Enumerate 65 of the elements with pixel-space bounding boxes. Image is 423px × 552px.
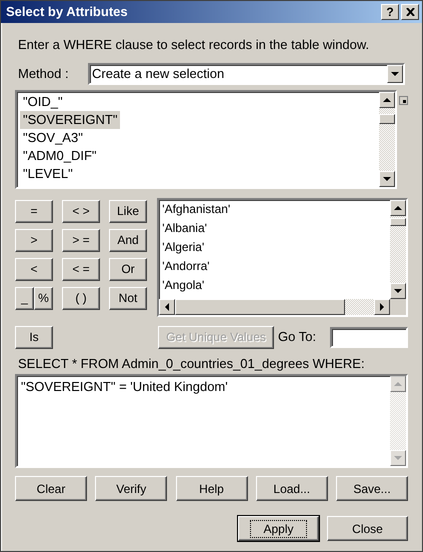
action-button[interactable]: Save... xyxy=(336,476,408,501)
fields-list[interactable]: "OID_" "SOVEREIGNT" "SOV_A3" "ADM0_DIF" "LEVEL" xyxy=(15,90,397,188)
close-icon xyxy=(406,8,414,16)
scroll-arrow-icon xyxy=(383,98,391,102)
operator-button[interactable]: < = xyxy=(62,258,100,280)
scroll-arrow-icon xyxy=(394,288,402,292)
operator-button[interactable]: Is xyxy=(15,326,53,348)
field-item[interactable]: "SOVEREIGNT" xyxy=(20,110,120,128)
vertical-scrollbar[interactable] xyxy=(390,200,406,298)
field-item[interactable]: "OID_" xyxy=(20,92,66,110)
action-button[interactable]: Clear xyxy=(15,476,87,501)
field-item[interactable]: "SOV_A3" xyxy=(20,128,86,146)
scroll-arrow-icon xyxy=(380,302,384,310)
instruction-text: Enter a WHERE clause to select records in the table window. xyxy=(18,36,370,54)
scroll-thumb[interactable] xyxy=(175,298,346,314)
scroll-arrow-icon xyxy=(165,302,170,310)
value-item[interactable]: 'Algeria' xyxy=(162,238,387,256)
value-item[interactable]: 'Angola' xyxy=(162,276,387,294)
vertical-scrollbar[interactable] xyxy=(379,92,395,186)
method-dropdown[interactable]: Create a new selection xyxy=(88,62,405,84)
scrollbar-corner xyxy=(390,298,406,314)
action-button[interactable]: Help xyxy=(176,476,248,501)
scroll-thumb[interactable] xyxy=(390,218,406,226)
action-button[interactable]: Load... xyxy=(256,476,328,501)
horizontal-scrollbar[interactable] xyxy=(159,298,406,314)
operator-button[interactable]: < > xyxy=(62,200,100,222)
window-title: Select by Attributes xyxy=(6,3,129,22)
operator-button[interactable]: % xyxy=(34,286,53,310)
scroll-button[interactable] xyxy=(379,92,395,108)
operator-button[interactable]: = xyxy=(15,200,53,222)
operator-button[interactable]: < xyxy=(15,258,53,280)
method-label: Method : xyxy=(18,64,70,83)
dialog-button[interactable]: Apply xyxy=(238,516,319,541)
values-list[interactable]: 'Afghanistan' 'Albania' 'Algeria' 'Andorra' 'Angola' xyxy=(157,198,408,316)
scroll-arrow-icon xyxy=(394,382,402,386)
help-button[interactable]: ? xyxy=(381,4,399,20)
dialog-button[interactable]: Close xyxy=(327,516,408,541)
go-to-field[interactable] xyxy=(330,326,408,348)
operator-button[interactable]: > xyxy=(15,228,53,252)
field-item[interactable]: "ADM0_DIF" xyxy=(20,146,100,164)
action-button[interactable]: Verify xyxy=(95,476,168,501)
go-to-label: Go To: xyxy=(278,328,318,346)
scroll-arrow-icon xyxy=(383,176,391,180)
value-item[interactable]: 'Albania' xyxy=(162,218,387,238)
value-item[interactable]: 'Afghanistan' xyxy=(162,200,387,218)
scroll-arrow-icon xyxy=(394,206,402,210)
operator-button[interactable]: ( ) xyxy=(62,286,100,310)
scroll-button[interactable] xyxy=(390,200,406,216)
operator-button[interactable]: And xyxy=(109,228,147,252)
scroll-button[interactable] xyxy=(390,282,406,298)
operator-button[interactable]: Like xyxy=(109,200,147,222)
operator-button[interactable]: Or xyxy=(109,258,147,280)
scroll-button[interactable] xyxy=(379,170,395,186)
close-button[interactable] xyxy=(401,4,419,20)
operator-button[interactable]: Not xyxy=(109,286,147,310)
scroll-arrow-icon xyxy=(394,456,402,460)
value-item[interactable]: 'Andorra' xyxy=(162,256,387,276)
field-item[interactable]: "LEVEL" xyxy=(20,164,76,182)
scroll-button[interactable] xyxy=(159,298,176,314)
scroll-button[interactable] xyxy=(374,298,390,314)
operator-button[interactable]: _ xyxy=(15,286,34,310)
resize-grip-icon[interactable] xyxy=(399,96,408,104)
operator-button[interactable]: > = xyxy=(62,228,100,252)
query-label: SELECT * FROM Admin_0_countries_01_degrees WHERE: xyxy=(18,354,366,373)
scroll-thumb[interactable] xyxy=(379,114,395,124)
